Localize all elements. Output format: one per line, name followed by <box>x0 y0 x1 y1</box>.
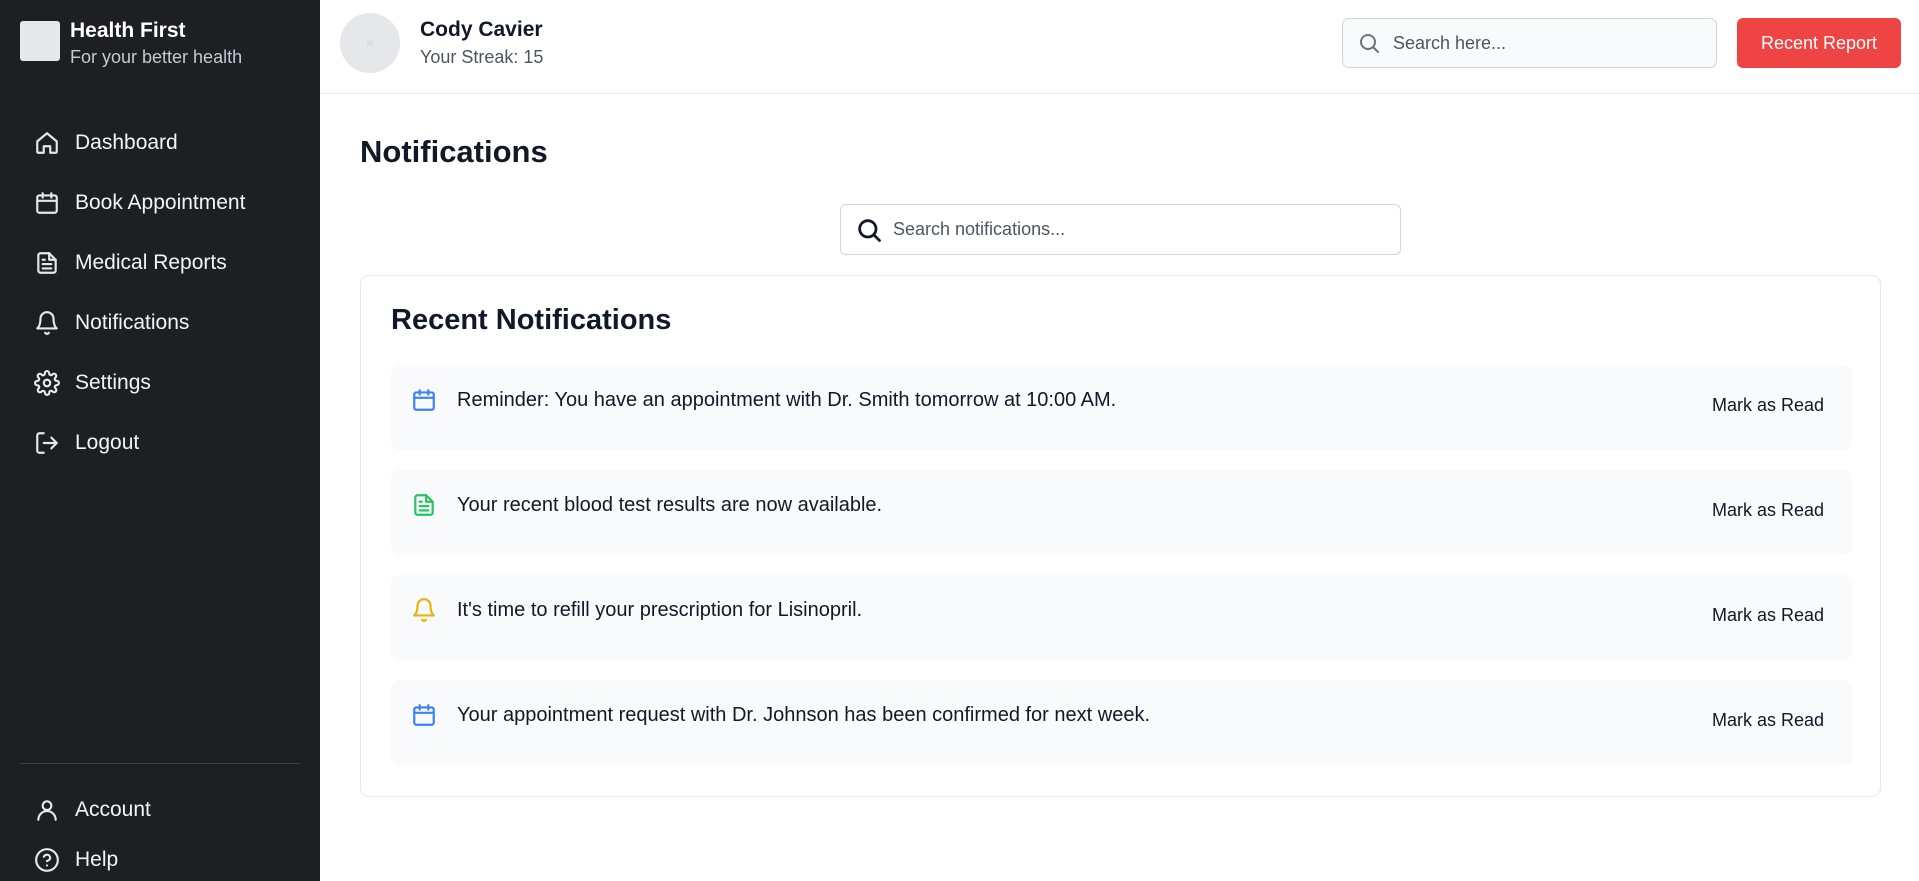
header-search-input[interactable] <box>1393 32 1693 54</box>
sidebar-item-settings[interactable]: Settings <box>34 353 245 413</box>
file-text-icon <box>37 252 57 274</box>
sidebar-item-label: Settings <box>75 371 151 394</box>
mark-as-read-button[interactable]: Mark as Read <box>1712 500 1824 521</box>
sidebar-item-label: Account <box>75 798 151 821</box>
sidebar-item-label: Book Appointment <box>75 191 246 214</box>
sidebar-item-notifications[interactable]: Notifications <box>34 293 245 353</box>
notification-item: Reminder: You have an appointment with D… <box>391 365 1852 450</box>
user-name: Cody Cavier <box>420 18 543 41</box>
sidebar-item-logout[interactable]: Logout <box>34 413 245 473</box>
notification-item: It's time to refill your prescription fo… <box>391 575 1852 660</box>
sidebar-item-label: Medical Reports <box>75 251 227 274</box>
user-streak: Your Streak: 15 <box>420 47 544 67</box>
sidebar-item-label: Dashboard <box>75 131 178 154</box>
brand-name: Health First <box>70 19 186 42</box>
sidebar-item-label: Notifications <box>75 311 190 334</box>
mark-as-read-button[interactable]: Mark as Read <box>1712 710 1824 731</box>
calendar-icon <box>36 192 58 214</box>
brand-logo <box>20 21 60 61</box>
sidebar-item-book-appointment[interactable]: Book Appointment <box>34 173 245 233</box>
sidebar-item-help[interactable]: Help <box>34 835 151 881</box>
brand: Health First For your better health <box>20 18 242 70</box>
sidebar-item-dashboard[interactable]: Dashboard <box>34 113 245 173</box>
user-icon <box>37 800 57 821</box>
search-icon <box>858 218 881 242</box>
logout-icon <box>36 432 58 454</box>
sidebar-nav: Dashboard Book Appointment Medical Repor… <box>34 113 245 473</box>
sidebar-divider <box>20 763 300 764</box>
mark-as-read-button[interactable]: Mark as Read <box>1712 395 1824 416</box>
file-text-icon <box>411 492 437 518</box>
help-circle-icon <box>35 848 59 872</box>
bell-icon <box>411 597 437 623</box>
header-search <box>1342 18 1717 68</box>
gear-icon <box>34 370 60 396</box>
avatar[interactable]: ≡ <box>340 13 400 73</box>
top-header: ≡ Cody Cavier Your Streak: 15 Recent Rep… <box>320 0 1919 94</box>
home-icon <box>36 132 58 154</box>
sidebar-item-label: Logout <box>75 431 140 454</box>
notification-item: Your appointment request with Dr. Johnso… <box>391 680 1852 765</box>
calendar-icon <box>411 702 437 728</box>
bell-icon <box>36 311 58 335</box>
notification-search-input[interactable] <box>893 219 1373 240</box>
sidebar-item-label: Help <box>75 848 119 871</box>
recent-report-button[interactable]: Recent Report <box>1737 18 1901 68</box>
notification-search <box>840 204 1401 255</box>
recent-notifications-card: Recent Notifications Reminder: You have … <box>360 275 1881 797</box>
mark-as-read-button[interactable]: Mark as Read <box>1712 605 1824 626</box>
sidebar: Health First For your better health Dash… <box>0 0 320 881</box>
notification-text: Reminder: You have an appointment with D… <box>457 389 1117 411</box>
page-title: Notifications <box>360 134 548 169</box>
notification-text: It's time to refill your prescription fo… <box>457 599 863 621</box>
sidebar-item-medical-reports[interactable]: Medical Reports <box>34 233 245 293</box>
sidebar-bottom-nav: Account Help <box>34 785 151 881</box>
brand-tagline: For your better health <box>70 47 243 67</box>
notification-list: Reminder: You have an appointment with D… <box>391 365 1852 785</box>
notification-text: Your recent blood test results are now a… <box>457 494 883 516</box>
calendar-icon <box>411 387 437 413</box>
search-icon <box>1360 34 1379 53</box>
notification-item: Your recent blood test results are now a… <box>391 470 1852 555</box>
sidebar-item-account[interactable]: Account <box>34 785 151 835</box>
notification-text: Your appointment request with Dr. Johnso… <box>457 704 1150 726</box>
card-title: Recent Notifications <box>391 304 672 336</box>
